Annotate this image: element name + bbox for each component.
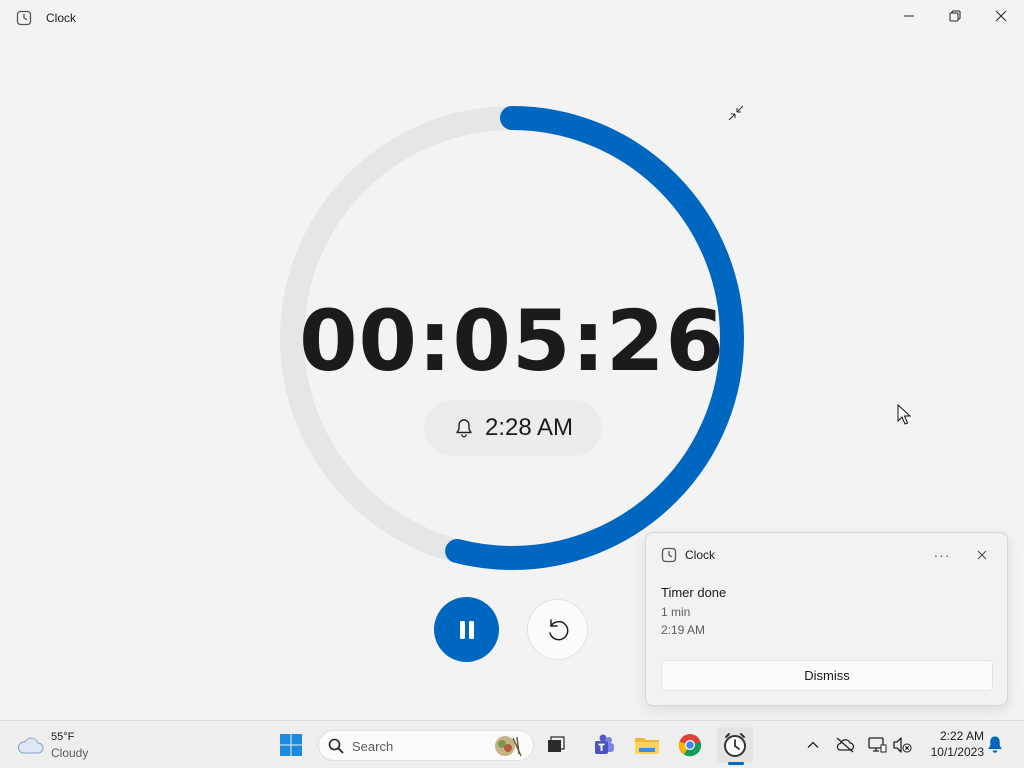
reset-icon [548, 618, 568, 640]
show-hidden-icons-button[interactable] [799, 731, 827, 759]
clock-app-button[interactable] [717, 727, 753, 763]
close-icon [977, 550, 987, 560]
cloud-icon [17, 737, 44, 754]
timer-end-time: 2:28 AM [424, 400, 602, 456]
teams-button[interactable] [586, 727, 622, 763]
pause-icon [459, 620, 474, 639]
notification-bell-icon [988, 736, 1002, 753]
clock-icon [16, 10, 32, 26]
onedrive-offline-icon [836, 737, 855, 753]
search-placeholder: Search [352, 739, 394, 754]
more-options-button[interactable]: ··· [928, 541, 956, 569]
bell-icon [456, 419, 472, 438]
network-button[interactable] [863, 731, 891, 759]
clock-time: 2:22 AM [939, 729, 984, 743]
chevron-up-icon [807, 741, 819, 748]
clock-icon [661, 547, 677, 563]
close-button[interactable] [978, 0, 1024, 32]
notification-title: Timer done [661, 585, 727, 600]
task-view-icon [548, 736, 565, 752]
restore-icon [949, 10, 961, 22]
clock-app-icon [724, 733, 746, 757]
search-highlight-icon [495, 736, 522, 757]
start-button[interactable] [273, 727, 309, 763]
taskbar-search[interactable]: Search [318, 730, 534, 761]
title-bar: Clock [0, 0, 1024, 36]
chrome-icon [678, 734, 702, 757]
onedrive-button[interactable] [831, 731, 859, 759]
minimize-button[interactable] [886, 0, 932, 32]
notification-app-name: Clock [685, 548, 716, 562]
volume-muted-icon [893, 737, 912, 753]
reset-button[interactable] [527, 599, 588, 660]
restore-button[interactable] [932, 0, 978, 32]
timer-remaining: 00:05:26 [299, 292, 725, 390]
pause-button[interactable] [434, 597, 499, 662]
notification-time: 2:19 AM [661, 623, 706, 637]
weather-condition: Cloudy [51, 746, 89, 760]
active-app-indicator [728, 762, 744, 765]
network-icon [868, 737, 887, 753]
task-view-button[interactable] [538, 727, 574, 763]
mouse-cursor-icon [897, 404, 911, 425]
notification-toast[interactable]: Clock ··· Timer done 1 min 2:19 AM Dismi… [645, 532, 1008, 706]
window-title: Clock [46, 11, 77, 25]
start-icon [280, 734, 302, 756]
taskbar: 55°F Cloudy Search 2:22 AM 10/1/2023 [0, 720, 1024, 768]
notification-center-button[interactable] [986, 735, 1004, 760]
dismiss-button[interactable]: Dismiss [661, 660, 993, 691]
volume-button[interactable] [888, 731, 916, 759]
clock-date: 10/1/2023 [930, 745, 984, 759]
notification-close-button[interactable] [968, 541, 996, 569]
file-explorer-icon [635, 738, 659, 754]
close-icon [995, 10, 1007, 22]
teams-icon [595, 734, 614, 754]
file-explorer-button[interactable] [629, 727, 665, 763]
chrome-button[interactable] [672, 727, 708, 763]
notification-duration: 1 min [661, 605, 691, 619]
weather-temperature: 55°F [51, 731, 75, 743]
weather-widget[interactable]: 55°F Cloudy [16, 729, 126, 761]
end-time-label: 2:28 AM [484, 414, 574, 441]
search-icon [328, 738, 344, 754]
minimize-icon [904, 15, 914, 17]
